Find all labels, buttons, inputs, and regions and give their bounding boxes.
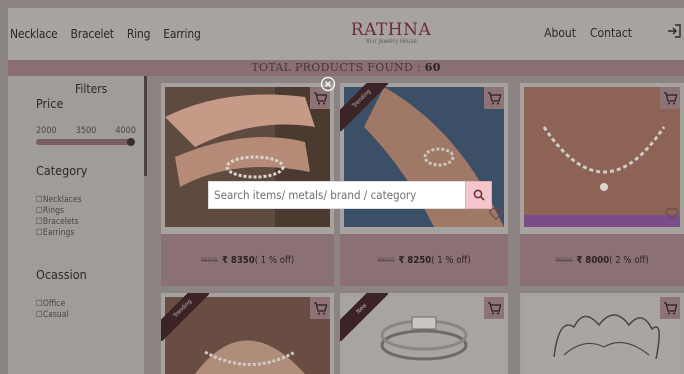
badge-label: New [340,293,388,341]
cart-icon [488,302,502,315]
crown-photo [553,314,660,360]
sale-price: ₹ 8250( 1 % off) [398,255,470,266]
info-nav: About Contact [544,26,632,40]
search-bar [208,181,492,209]
cart-icon [664,92,678,105]
badge-ribbon: Trending [161,293,209,341]
close-search-icon[interactable] [320,76,336,92]
discount-label: ( 1 % off) [431,254,471,266]
logo-text: RATHNA [350,20,432,40]
add-to-cart-button[interactable] [484,87,504,109]
category-option-rings[interactable]: ☐Rings [36,206,64,216]
product-card[interactable]: New [340,293,508,374]
total-count: 60 [424,61,441,74]
cart-icon [664,302,678,315]
product-price-row: ₹8500 ₹ 8250( 1 % off) [340,234,508,286]
product-card[interactable]: Trending [161,293,334,374]
search-icon [473,189,485,201]
brand-logo[interactable]: RATHNA Your Jewelry House [346,22,436,46]
occasion-option-label: Casual [42,310,69,320]
badge-ribbon: Trending [340,83,388,131]
nav-earring[interactable]: Earring [163,27,201,41]
sidebar-divider [144,76,147,176]
top-header: Necklace Bracelet Ring Earring RATHNA Yo… [8,8,684,60]
sale-price-value: ₹ 8250 [398,254,432,266]
nav-bracelet[interactable]: Bracelet [71,27,115,41]
cart-icon [488,92,502,105]
product-card[interactable] [520,293,684,374]
discount-label: ( 1 % off) [254,254,295,266]
product-price-row: ₹8500 ₹ 8350( 1 % off) [161,234,334,286]
add-to-cart-button[interactable] [484,297,504,319]
search-button[interactable] [465,181,492,209]
discount-label: ( 2 % off) [609,254,649,266]
sale-price: ₹ 8000( 2 % off) [576,255,648,266]
price-max-label: 4000 [115,126,136,136]
original-price: ₹8500 [200,256,218,264]
occasion-option-office[interactable]: ☐Office [36,299,65,309]
price-mid-label: 3500 [75,126,97,136]
search-input[interactable] [208,181,465,209]
wishlist-heart-icon[interactable] [665,208,679,220]
nav-about[interactable]: About [544,26,576,40]
sale-price-value: ₹ 8350 [221,254,255,266]
category-option-label: Rings [42,206,64,216]
occasion-option-label: Office [42,299,66,309]
category-option-label: Earrings [42,228,75,238]
badge-label: Trending [340,83,388,131]
price-heading: Price [36,96,64,111]
logout-icon[interactable] [666,23,682,39]
category-heading: Category [36,163,88,178]
add-to-cart-button[interactable] [310,297,330,319]
category-nav: Necklace Bracelet Ring Earring [8,27,201,41]
original-price: ₹8500 [377,256,395,264]
original-price: ₹9000 [555,256,573,264]
category-option-label: Necklaces [42,195,82,205]
nav-ring[interactable]: Ring [127,27,151,41]
category-option-necklaces[interactable]: ☐Necklaces [36,195,82,205]
filters-title: Filters [75,82,108,96]
price-min-label: 2000 [36,126,57,136]
product-price-row: ₹9000 ₹ 8000( 2 % off) [520,234,684,286]
price-slider-thumb[interactable] [127,138,136,146]
product-card[interactable]: ₹9000 ₹ 8000( 2 % off) [520,83,684,286]
category-option-bracelets[interactable]: ☐Bracelets [36,217,79,227]
necklace-photo [524,87,680,227]
price-range-labels: 2000 3500 4000 [36,126,136,136]
total-label: TOTAL PRODUCTS FOUND : [251,61,421,74]
category-option-label: Bracelets [42,217,79,227]
nav-contact[interactable]: Contact [590,26,632,40]
product-image[interactable] [524,87,680,227]
badge-label: Trending [161,293,209,341]
product-image[interactable] [524,297,680,374]
price-slider-track[interactable] [36,139,134,145]
cart-icon [314,302,328,315]
nav-necklace[interactable]: Necklace [10,27,58,41]
add-to-cart-button[interactable] [660,297,680,319]
badge-ribbon: New [340,293,388,341]
sale-price: ₹ 8350( 1 % off) [222,255,294,266]
add-to-cart-button[interactable] [660,87,680,109]
category-option-earrings[interactable]: ☐Earrings [36,228,74,238]
occasion-option-casual[interactable]: ☐Casual [36,310,69,320]
total-products-bar: TOTAL PRODUCTS FOUND : 60 [8,60,684,76]
sale-price-value: ₹ 8000 [576,254,610,266]
occasion-heading: Ocassion [36,267,87,282]
filters-sidebar: Filters Price 2000 3500 4000 Category ☐N… [8,76,144,374]
wishlist-heart-icon[interactable] [489,208,503,220]
